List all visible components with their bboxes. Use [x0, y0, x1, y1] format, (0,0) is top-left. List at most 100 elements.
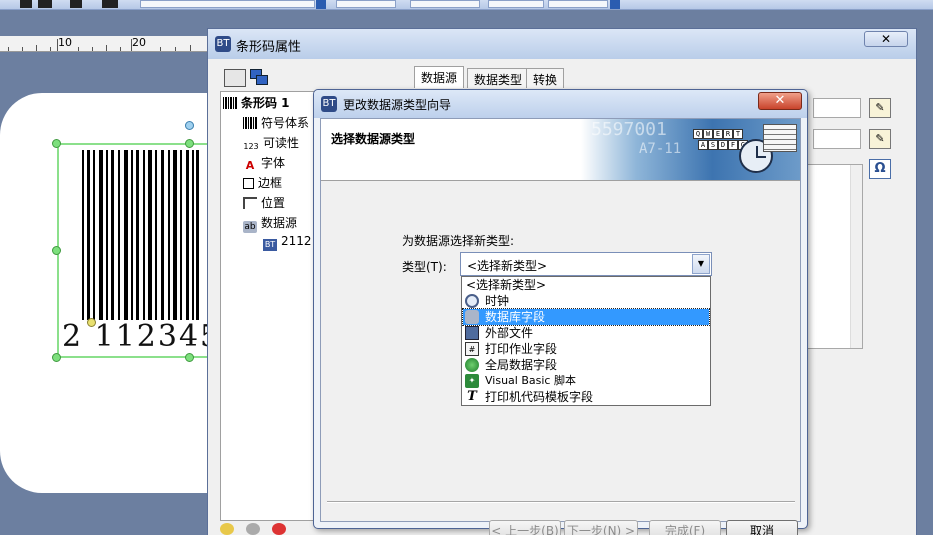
- ruler-tick: [8, 47, 9, 51]
- wizard-prompt: 为数据源选择新类型:: [402, 234, 515, 248]
- toolbar-button[interactable]: [38, 0, 52, 8]
- dropdown-option-external-file[interactable]: 外部文件: [463, 325, 709, 341]
- special-character-button[interactable]: Ω: [869, 159, 891, 179]
- tree-item-label: 2112: [281, 234, 312, 248]
- pages-view-button[interactable]: [250, 69, 270, 87]
- datasource-preview-list[interactable]: [805, 164, 863, 349]
- type-select-value: <选择新类型>: [467, 259, 548, 273]
- toolbar-combo[interactable]: [336, 0, 396, 8]
- properties-title: 条形码属性: [236, 40, 302, 55]
- omega-icon: Ω: [874, 161, 886, 176]
- option-label: 时钟: [485, 294, 510, 308]
- resize-handle[interactable]: [185, 139, 194, 148]
- edit-icon[interactable]: ✎: [869, 129, 891, 149]
- option-label: 数据库字段: [485, 310, 546, 324]
- tree-item-label: 边框: [258, 176, 283, 190]
- tree-item-label: 条形码 1: [241, 96, 290, 110]
- readability-icon: 123: [243, 142, 259, 151]
- dropdown-option-database-field[interactable]: 数据库字段: [462, 308, 710, 326]
- dropdown-option-placeholder[interactable]: <选择新类型>: [463, 277, 709, 293]
- position-icon: [243, 197, 257, 209]
- ruler-tick: [22, 47, 23, 51]
- toolbar-button[interactable]: [20, 0, 32, 8]
- tree-item-position[interactable]: 位置: [243, 194, 285, 212]
- type-select[interactable]: <选择新类型> ▼: [460, 252, 712, 276]
- close-icon: ✕: [774, 93, 786, 108]
- toolbar-combo[interactable]: [548, 0, 608, 8]
- document-icon: [763, 124, 797, 152]
- wizard-icon[interactable]: [246, 523, 260, 535]
- ruler-number: 20: [132, 36, 146, 49]
- tree-item-readability[interactable]: 123 可读性: [243, 134, 299, 152]
- ruler-tick: [78, 47, 79, 51]
- dropdown-option-global-data-field[interactable]: 全局数据字段: [463, 357, 709, 373]
- chevron-down-icon[interactable]: [610, 0, 620, 9]
- close-button[interactable]: ✕: [758, 92, 802, 110]
- back-button[interactable]: < 上一步(B): [489, 520, 561, 535]
- keyboard-key: A: [698, 140, 708, 150]
- close-button[interactable]: ✕: [864, 31, 908, 47]
- toolbar-combo[interactable]: [140, 0, 315, 8]
- toolbar-combo[interactable]: [410, 0, 480, 8]
- ruler-tick: [92, 47, 93, 51]
- keyboard-key: F: [728, 140, 738, 150]
- tree-item-label: 字体: [261, 156, 286, 170]
- chevron-down-icon[interactable]: ▼: [692, 254, 710, 274]
- edit-icon[interactable]: ✎: [869, 98, 891, 118]
- option-label: Visual Basic 脚本: [485, 374, 576, 387]
- tree-item-label: 符号体系: [261, 116, 310, 130]
- barcode-datasource-icon: BT: [263, 239, 277, 251]
- toolbar-combo[interactable]: [488, 0, 544, 8]
- bartender-app-icon: BT: [321, 96, 337, 112]
- tree-item-datasource-value[interactable]: BT 2112: [263, 234, 312, 252]
- banner-number: 5597001: [591, 119, 667, 140]
- tab-datasource[interactable]: 数据源: [414, 66, 465, 88]
- properties-title-bar[interactable]: BT 条形码属性 ✕: [208, 29, 916, 59]
- tree-item-symbology[interactable]: 符号体系: [243, 114, 309, 132]
- barcode-selection-frame[interactable]: [57, 143, 217, 358]
- ruler-tick: [190, 45, 191, 51]
- dropdown-option-print-job-field[interactable]: # 打印作业字段: [463, 341, 709, 357]
- tree-item-label: 可读性: [263, 136, 300, 150]
- resize-handle[interactable]: [185, 353, 194, 362]
- tree-view-button[interactable]: [224, 69, 246, 87]
- datasource-name-field[interactable]: [813, 98, 861, 118]
- dropdown-option-vb-script[interactable]: ✦ Visual Basic 脚本: [463, 373, 709, 389]
- dropdown-option-clock[interactable]: 时钟: [463, 293, 709, 309]
- tree-item-border[interactable]: 边框: [243, 174, 282, 192]
- rotate-handle[interactable]: [185, 121, 194, 130]
- delete-icon[interactable]: [272, 523, 286, 535]
- keyboard-key: S: [708, 140, 718, 150]
- tree-item-label: 位置: [261, 196, 286, 210]
- wizard-title-bar[interactable]: BT 更改数据源类型向导 ✕: [314, 90, 807, 118]
- resize-handle[interactable]: [52, 353, 61, 362]
- next-button[interactable]: 下一步(N) >: [564, 520, 638, 535]
- tab-transform[interactable]: 转换: [526, 68, 565, 88]
- anchor-handle[interactable]: [87, 318, 96, 327]
- barcode-small-icon: [243, 117, 257, 129]
- toolbar-button[interactable]: [70, 0, 82, 8]
- cancel-button[interactable]: 取消: [726, 520, 798, 535]
- wizard-header: 选择数据源类型 5597001 A7-11 Q W E R T A S D F …: [321, 119, 800, 181]
- datasource-value-field[interactable]: [813, 129, 861, 149]
- tab-datatype[interactable]: 数据类型: [467, 68, 530, 88]
- option-label: <选择新类型>: [466, 278, 547, 292]
- main-toolbar: [0, 0, 933, 10]
- tree-item-font[interactable]: A 字体: [243, 154, 285, 172]
- chevron-down-icon[interactable]: [316, 0, 326, 9]
- tree-item-datasource[interactable]: ab 数据源: [243, 214, 297, 233]
- dropdown-option-printer-code-template[interactable]: T 打印机代码模板字段: [463, 389, 709, 405]
- resize-handle[interactable]: [52, 139, 61, 148]
- clock-icon: [465, 294, 479, 308]
- scrollbar[interactable]: [850, 165, 862, 348]
- font-icon: A: [245, 159, 255, 172]
- resize-handle[interactable]: [52, 246, 61, 255]
- option-label: 打印作业字段: [485, 342, 558, 356]
- finish-button[interactable]: 完成(F): [649, 520, 721, 535]
- tree-item-barcode[interactable]: 条形码 1: [223, 94, 290, 112]
- border-icon: [243, 178, 254, 189]
- globe-icon: [465, 358, 479, 372]
- add-icon[interactable]: [220, 523, 234, 535]
- toolbar-button[interactable]: [102, 0, 118, 8]
- database-icon: [465, 310, 479, 324]
